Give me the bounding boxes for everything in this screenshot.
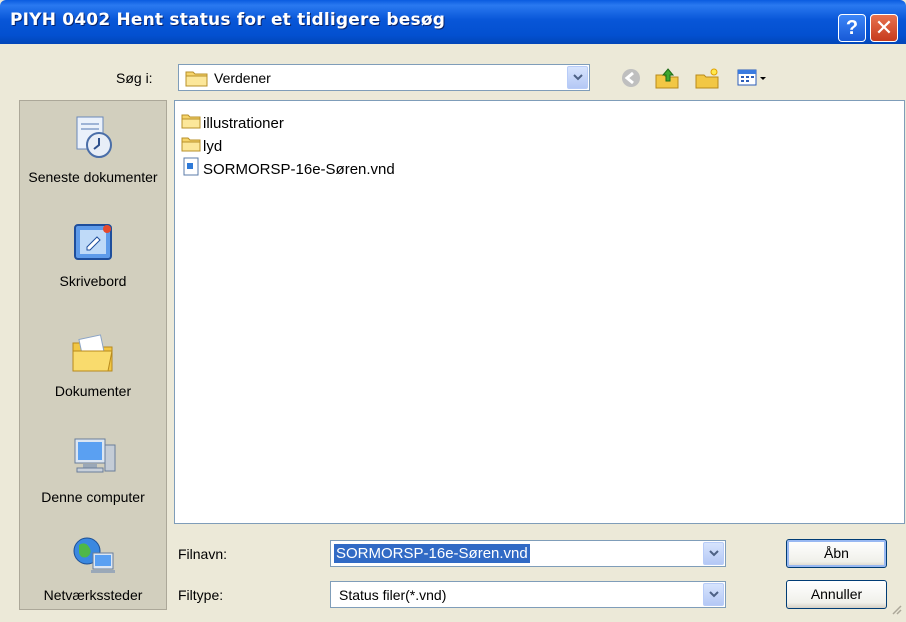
list-item[interactable]: illustrationer xyxy=(181,113,284,133)
look-in-dropdown[interactable]: Verdener xyxy=(178,64,590,91)
place-network[interactable]: Netværkssteder xyxy=(20,533,166,604)
list-item[interactable]: SORMORSP-16e-Søren.vnd xyxy=(181,157,395,181)
network-places-icon xyxy=(20,533,166,582)
place-label: Skrivebord xyxy=(59,273,127,289)
file-name: lyd xyxy=(203,137,223,155)
chevron-down-icon[interactable] xyxy=(703,583,724,606)
back-icon[interactable] xyxy=(620,67,642,92)
close-button[interactable]: ✕ xyxy=(870,14,898,42)
filename-field[interactable]: SORMORSP-16e-Søren.vnd xyxy=(330,540,726,567)
place-my-documents[interactable]: Dokumenter xyxy=(20,331,166,400)
desktop-icon xyxy=(20,221,166,268)
new-folder-icon[interactable] xyxy=(694,67,720,92)
filename-label: Filnavn: xyxy=(178,546,228,562)
cancel-button[interactable]: Annuller xyxy=(786,580,887,609)
places-bar: Seneste dokumenter Skrivebord Dokumenter… xyxy=(19,100,167,610)
look-in-label: Søg i: xyxy=(116,70,153,86)
window-title: PIYH 0402 Hent status for et tidligere b… xyxy=(10,10,446,30)
filetype-dropdown[interactable]: Status filer(*.vnd) xyxy=(330,581,726,608)
chevron-down-icon[interactable] xyxy=(567,66,588,89)
folder-icon xyxy=(181,113,201,133)
place-label: Denne computer xyxy=(41,489,145,505)
filetype-label: Filtype: xyxy=(178,587,224,603)
title-bar[interactable]: PIYH 0402 Hent status for et tidligere b… xyxy=(0,0,906,44)
place-label: Dokumenter xyxy=(54,383,132,399)
file-name: illustrationer xyxy=(203,114,284,132)
my-computer-icon xyxy=(20,435,166,484)
place-label: Seneste dokumenter xyxy=(28,169,158,185)
my-documents-icon xyxy=(20,331,166,378)
help-button[interactable]: ? xyxy=(838,14,866,42)
filetype-value: Status filer(*.vnd) xyxy=(339,587,447,603)
place-desktop[interactable]: Skrivebord xyxy=(20,221,166,290)
look-in-value: Verdener xyxy=(214,70,271,86)
up-folder-icon[interactable] xyxy=(654,67,680,92)
chevron-down-icon[interactable] xyxy=(703,542,724,565)
resize-grip-icon[interactable] xyxy=(890,602,902,618)
place-my-computer[interactable]: Denne computer xyxy=(20,435,166,506)
place-label: Netværkssteder xyxy=(43,587,143,603)
file-name: SORMORSP-16e-Søren.vnd xyxy=(203,160,395,178)
folder-icon xyxy=(181,136,201,156)
folder-icon xyxy=(185,69,209,90)
place-recent-documents[interactable]: Seneste dokumenter xyxy=(20,113,166,186)
file-list[interactable]: illustrationer lyd SORMORSP-16e-Søren.vn… xyxy=(174,100,905,524)
list-item[interactable]: lyd xyxy=(181,136,222,156)
recent-documents-icon xyxy=(20,113,166,164)
document-icon xyxy=(181,157,201,181)
filename-value: SORMORSP-16e-Søren.vnd xyxy=(334,544,530,563)
view-menu-icon[interactable] xyxy=(736,67,768,92)
open-button[interactable]: Åbn xyxy=(786,539,887,568)
